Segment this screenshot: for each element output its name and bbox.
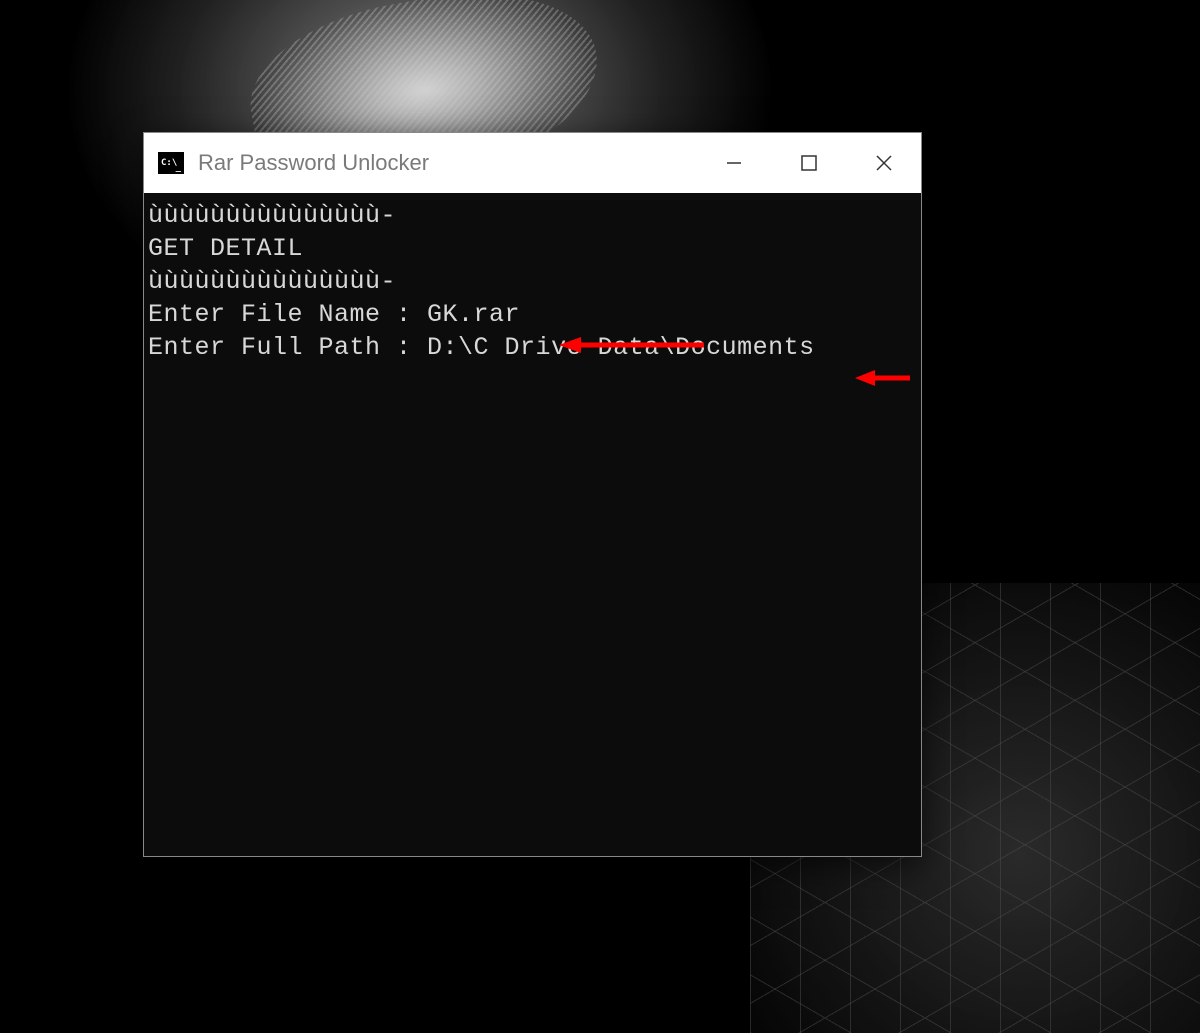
minimize-button[interactable] — [696, 133, 771, 193]
window-title: Rar Password Unlocker — [198, 150, 696, 176]
cmd-icon: C:\ — [158, 152, 184, 174]
command-prompt-window: C:\ Rar Password Unlocker ùùùùùùùùùùùùùù… — [143, 132, 922, 857]
console-line: GET DETAIL — [148, 232, 917, 265]
titlebar[interactable]: C:\ Rar Password Unlocker — [144, 133, 921, 193]
console-line: ùùùùùùùùùùùùùùù- — [148, 199, 917, 232]
console-output[interactable]: ùùùùùùùùùùùùùùù- GET DETAIL ùùùùùùùùùùùù… — [144, 193, 921, 856]
console-line: ùùùùùùùùùùùùùùù- — [148, 265, 917, 298]
maximize-button[interactable] — [771, 133, 846, 193]
window-controls — [696, 133, 921, 193]
file-name-input: Enter File Name : GK.rar — [148, 298, 917, 331]
full-path-input: Enter Full Path : D:\C Drive Data\Docume… — [148, 331, 917, 364]
close-button[interactable] — [846, 133, 921, 193]
